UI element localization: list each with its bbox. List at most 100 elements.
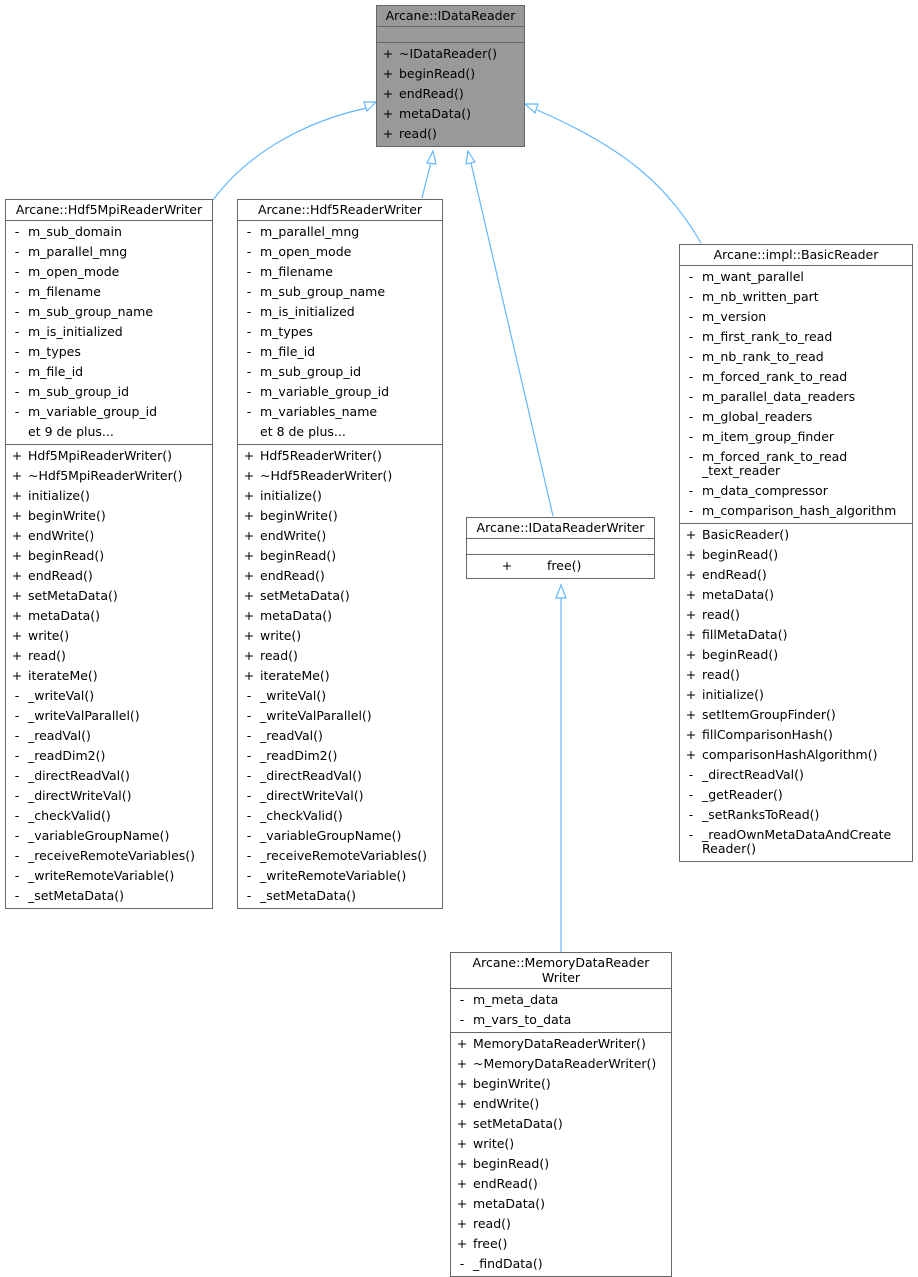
class-name[interactable]: Arcane::IDataReaderWriter: [467, 518, 654, 539]
attribute-row[interactable]: - m_filename: [6, 282, 212, 302]
method-row[interactable]: + write(): [451, 1134, 671, 1154]
method-row[interactable]: + metaData(): [451, 1194, 671, 1214]
attribute-row[interactable]: - m_parallel_mng: [6, 242, 212, 262]
method-row[interactable]: + initialize(): [6, 486, 212, 506]
method-row[interactable]: + endRead(): [680, 565, 912, 585]
method-row[interactable]: + beginWrite(): [238, 506, 442, 526]
attribute-row[interactable]: - m_is_initialized: [6, 322, 212, 342]
class-hdf5readerwriter[interactable]: Arcane::Hdf5ReaderWriter - m_parallel_mng -…: [237, 199, 443, 909]
attribute-row[interactable]: - m_open_mode: [6, 262, 212, 282]
method-row[interactable]: + read(): [680, 665, 912, 685]
method-row[interactable]: + comparisonHashAlgorithm(): [680, 745, 912, 765]
method-row[interactable]: - _checkValid(): [6, 806, 212, 826]
method-row[interactable]: + beginRead(): [377, 64, 524, 84]
method-row[interactable]: - _variableGroupName(): [238, 826, 442, 846]
method-row[interactable]: + endRead(): [6, 566, 212, 586]
attribute-row[interactable]: - m_nb_rank_to_read: [680, 347, 912, 367]
method-row[interactable]: - _readOwnMetaDataAndCreate Reader(): [680, 825, 912, 859]
method-row[interactable]: + beginRead(): [238, 546, 442, 566]
method-row[interactable]: + metaData(): [680, 585, 912, 605]
attribute-row[interactable]: - m_comparison_hash_algorithm: [680, 501, 912, 521]
method-row[interactable]: + Hdf5ReaderWriter(): [238, 446, 442, 466]
attribute-row[interactable]: - m_forced_rank_to_read: [680, 367, 912, 387]
method-row[interactable]: - _writeVal(): [6, 686, 212, 706]
method-row[interactable]: + free(): [467, 556, 654, 576]
method-row[interactable]: - _setRanksToRead(): [680, 805, 912, 825]
attribute-row[interactable]: - m_global_readers: [680, 407, 912, 427]
method-row[interactable]: - _directReadVal(): [238, 766, 442, 786]
class-hdf5mpireaderwriter[interactable]: Arcane::Hdf5MpiReaderWriter - m_sub_domain…: [5, 199, 213, 909]
attribute-row[interactable]: - m_meta_data: [451, 990, 671, 1010]
method-row[interactable]: + ~Hdf5ReaderWriter(): [238, 466, 442, 486]
method-row[interactable]: + endWrite(): [6, 526, 212, 546]
class-name[interactable]: Arcane::impl::BasicReader: [680, 245, 912, 266]
method-row[interactable]: + endRead(): [377, 84, 524, 104]
method-row[interactable]: - _setMetaData(): [238, 886, 442, 906]
attribute-row[interactable]: - m_sub_group_id: [6, 382, 212, 402]
method-row[interactable]: + ~IDataReader(): [377, 44, 524, 64]
attribute-row[interactable]: - m_variable_group_id: [238, 382, 442, 402]
method-row[interactable]: + initialize(): [238, 486, 442, 506]
method-row[interactable]: + iterateMe(): [6, 666, 212, 686]
method-row[interactable]: + read(): [6, 646, 212, 666]
attribute-row[interactable]: - m_file_id: [238, 342, 442, 362]
method-row[interactable]: - _receiveRemoteVariables(): [6, 846, 212, 866]
method-row[interactable]: - _directReadVal(): [680, 765, 912, 785]
method-row[interactable]: + read(): [377, 124, 524, 144]
method-row[interactable]: + read(): [238, 646, 442, 666]
method-row[interactable]: - _readDim2(): [238, 746, 442, 766]
attribute-row[interactable]: - m_parallel_data_readers: [680, 387, 912, 407]
method-row[interactable]: - _readDim2(): [6, 746, 212, 766]
more-members-link[interactable]: et 9 de plus...: [6, 422, 212, 442]
attribute-row[interactable]: - m_sub_domain: [6, 222, 212, 242]
class-idatareader[interactable]: Arcane::IDataReader+ ~IDataReader() + begin…: [376, 5, 525, 147]
method-row[interactable]: + beginRead(): [6, 546, 212, 566]
method-row[interactable]: + read(): [680, 605, 912, 625]
method-row[interactable]: - _variableGroupName(): [6, 826, 212, 846]
class-name[interactable]: Arcane::Hdf5ReaderWriter: [238, 200, 442, 221]
method-row[interactable]: + setMetaData(): [451, 1114, 671, 1134]
method-row[interactable]: + beginRead(): [451, 1154, 671, 1174]
more-members-link[interactable]: et 8 de plus...: [238, 422, 442, 442]
method-row[interactable]: + write(): [6, 626, 212, 646]
method-row[interactable]: + beginWrite(): [451, 1074, 671, 1094]
method-row[interactable]: - _writeRemoteVariable(): [6, 866, 212, 886]
method-row[interactable]: + beginWrite(): [6, 506, 212, 526]
attribute-row[interactable]: - m_data_compressor: [680, 481, 912, 501]
method-row[interactable]: - _setMetaData(): [6, 886, 212, 906]
method-row[interactable]: - _checkValid(): [238, 806, 442, 826]
class-memorydatareaderwriter[interactable]: Arcane::MemoryDataReader Writer - m_meta_d…: [450, 952, 672, 1277]
attribute-row[interactable]: - m_nb_written_part: [680, 287, 912, 307]
method-row[interactable]: - _directReadVal(): [6, 766, 212, 786]
attribute-row[interactable]: - m_sub_group_name: [6, 302, 212, 322]
attribute-row[interactable]: - m_parallel_mng: [238, 222, 442, 242]
method-row[interactable]: - _receiveRemoteVariables(): [238, 846, 442, 866]
method-row[interactable]: - _writeVal(): [238, 686, 442, 706]
method-row[interactable]: - _writeValParallel(): [6, 706, 212, 726]
method-row[interactable]: + beginRead(): [680, 545, 912, 565]
method-row[interactable]: + endWrite(): [238, 526, 442, 546]
attribute-row[interactable]: - m_vars_to_data: [451, 1010, 671, 1030]
method-row[interactable]: + metaData(): [238, 606, 442, 626]
method-row[interactable]: + ~Hdf5MpiReaderWriter(): [6, 466, 212, 486]
attribute-row[interactable]: - m_file_id: [6, 362, 212, 382]
method-row[interactable]: + fillComparisonHash(): [680, 725, 912, 745]
method-row[interactable]: + setMetaData(): [238, 586, 442, 606]
attribute-row[interactable]: - m_open_mode: [238, 242, 442, 262]
method-row[interactable]: - _readVal(): [238, 726, 442, 746]
method-row[interactable]: + ~MemoryDataReaderWriter(): [451, 1054, 671, 1074]
method-row[interactable]: + fillMetaData(): [680, 625, 912, 645]
method-row[interactable]: + metaData(): [377, 104, 524, 124]
attribute-row[interactable]: - m_filename: [238, 262, 442, 282]
attribute-row[interactable]: - m_types: [238, 322, 442, 342]
class-name[interactable]: Arcane::Hdf5MpiReaderWriter: [6, 200, 212, 221]
attribute-row[interactable]: - m_item_group_finder: [680, 427, 912, 447]
attribute-row[interactable]: - m_first_rank_to_read: [680, 327, 912, 347]
method-row[interactable]: - _directWriteVal(): [238, 786, 442, 806]
method-row[interactable]: - _directWriteVal(): [6, 786, 212, 806]
attribute-row[interactable]: - m_is_initialized: [238, 302, 442, 322]
method-row[interactable]: + initialize(): [680, 685, 912, 705]
method-row[interactable]: + endRead(): [451, 1174, 671, 1194]
method-row[interactable]: - _readVal(): [6, 726, 212, 746]
class-name[interactable]: Arcane::IDataReader: [377, 6, 524, 27]
